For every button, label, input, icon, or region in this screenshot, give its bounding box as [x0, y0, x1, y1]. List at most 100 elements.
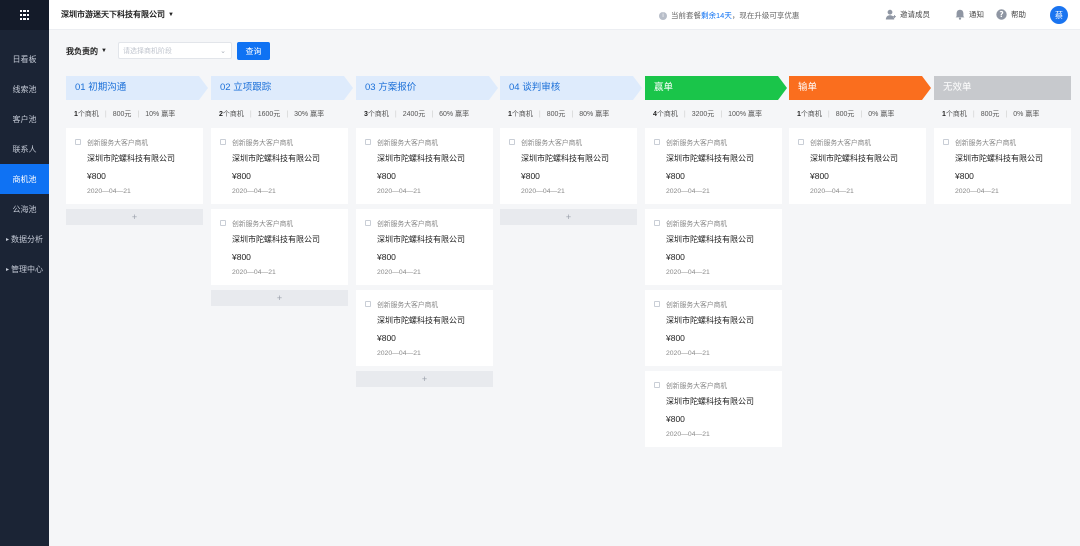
- stage-label: 输单: [798, 82, 818, 93]
- owner-filter-dropdown[interactable]: 我负责的 ▼: [66, 46, 107, 57]
- card-tag-row: 创新服务大客户商机: [220, 137, 348, 147]
- card-amount: ¥800: [377, 252, 396, 262]
- stage-label: 无效单: [943, 82, 972, 93]
- card-checkbox[interactable]: [220, 139, 226, 145]
- stage-header[interactable]: 02 立项跟踪: [211, 76, 353, 100]
- stats-divider: |: [720, 110, 723, 118]
- stage-win-rate-unit: 赢率: [595, 111, 610, 118]
- stage-header[interactable]: 04 谈判审核: [500, 76, 642, 100]
- sidebar-item-opportunities[interactable]: 商机池: [0, 164, 49, 194]
- card-checkbox[interactable]: [798, 139, 804, 145]
- notice-highlight: 剩余14天: [701, 11, 732, 20]
- stage-header[interactable]: 03 方案报价: [356, 76, 498, 100]
- add-card-button[interactable]: +: [356, 371, 493, 387]
- add-card-button[interactable]: +: [211, 290, 348, 306]
- sidebar-item-label: 商机池: [12, 174, 37, 184]
- card-date: 2020—04—21: [666, 188, 710, 195]
- opportunity-card[interactable]: 创新服务大客户商机 深圳市陀螺科技有限公司 ¥800 2020—04—21: [211, 128, 348, 204]
- help-button[interactable]: ? 帮助: [996, 9, 1026, 20]
- opportunity-card[interactable]: 创新服务大客户商机 深圳市陀螺科技有限公司 ¥800 2020—04—21: [356, 290, 493, 366]
- card-date: 2020—04—21: [377, 188, 421, 195]
- sidebar-item-customers[interactable]: 客户池: [0, 104, 49, 134]
- card-checkbox[interactable]: [943, 139, 949, 145]
- stage-label: 赢单: [654, 82, 674, 93]
- sidebar-item-dashboard[interactable]: 日看板: [0, 44, 49, 74]
- notification-button[interactable]: 通知: [955, 9, 984, 20]
- add-card-button[interactable]: +: [500, 209, 637, 225]
- stage-count-unit: 个商机: [77, 111, 99, 118]
- opportunity-card[interactable]: 创新服务大客户商机 深圳市陀螺科技有限公司 ¥800 2020—04—21: [789, 128, 926, 204]
- opportunity-card[interactable]: 创新服务大客户商机 深圳市陀螺科技有限公司 ¥800 2020—04—21: [356, 209, 493, 285]
- stage-stats: 4 个商机 | 3200元 | 100% 赢率: [645, 100, 782, 128]
- opportunity-card[interactable]: 创新服务大客户商机 深圳市陀螺科技有限公司 ¥800 2020—04—21: [356, 128, 493, 204]
- stage-header[interactable]: 01 初期沟通: [66, 76, 208, 100]
- owner-filter-label: 我负责的: [66, 46, 98, 56]
- invite-member-button[interactable]: 邀请成员: [885, 9, 930, 20]
- company-switcher[interactable]: 深圳市游迷天下科技有限公司 ▼: [61, 9, 174, 20]
- card-checkbox[interactable]: [75, 139, 81, 145]
- stage-stats: 1 个商机 | 800元 | 0% 赢率: [789, 100, 926, 128]
- stats-divider: |: [286, 110, 289, 118]
- opportunity-card[interactable]: 创新服务大客户商机 深圳市陀螺科技有限公司 ¥800 2020—04—21: [211, 209, 348, 285]
- opportunity-card[interactable]: 创新服务大客户商机 深圳市陀螺科技有限公司 ¥800 2020—04—21: [645, 371, 782, 447]
- opportunity-card[interactable]: 创新服务大客户商机 深圳市陀螺科技有限公司 ¥800 2020—04—21: [934, 128, 1071, 204]
- card-checkbox[interactable]: [365, 220, 371, 226]
- stage-select[interactable]: 请选择商机阶段 ⌄: [118, 42, 232, 59]
- card-tag-row: 创新服务大客户商机: [943, 137, 1071, 147]
- card-checkbox[interactable]: [654, 301, 660, 307]
- card-tag-row: 创新服务大客户商机: [654, 218, 782, 228]
- card-tag-row: 创新服务大客户商机: [654, 380, 782, 390]
- opportunity-card[interactable]: 创新服务大客户商机 深圳市陀螺科技有限公司 ¥800 2020—04—21: [500, 128, 637, 204]
- sidebar-item-public-pool[interactable]: 公海池: [0, 194, 49, 224]
- stage-header[interactable]: 赢单: [645, 76, 787, 100]
- card-amount: ¥800: [810, 171, 829, 181]
- notify-label: 通知: [969, 10, 984, 19]
- user-avatar[interactable]: 蔡: [1050, 6, 1068, 24]
- sidebar-item-leads[interactable]: 线索池: [0, 74, 49, 104]
- stage-header[interactable]: 无效单: [934, 76, 1071, 100]
- app-menu-button[interactable]: [0, 0, 49, 30]
- kanban-column: 输单 1 个商机 | 800元 | 0% 赢率 创新服务大客户商机 深圳市陀螺科技有限公司 ¥80…: [789, 76, 931, 209]
- help-label: 帮助: [1011, 10, 1026, 19]
- card-checkbox[interactable]: [220, 220, 226, 226]
- sidebar-item-contacts[interactable]: 联系人: [0, 134, 49, 164]
- sidebar: 日看板 线索池 客户池 联系人 商机池 公海池 ▸ 数据分析 ▸ 管理中心: [0, 0, 49, 546]
- stage-amount: 800元: [835, 111, 855, 118]
- caret-down-icon: ▼: [168, 11, 174, 18]
- card-date: 2020—04—21: [377, 350, 421, 357]
- opportunity-card[interactable]: 创新服务大客户商机 深圳市陀螺科技有限公司 ¥800 2020—04—21: [645, 290, 782, 366]
- opportunity-card[interactable]: 创新服务大客户商机 深圳市陀螺科技有限公司 ¥800 2020—04—21: [645, 128, 782, 204]
- query-button[interactable]: 查询: [237, 42, 270, 60]
- card-company: 深圳市陀螺科技有限公司: [232, 154, 320, 163]
- stats-divider: |: [137, 110, 140, 118]
- card-checkbox[interactable]: [509, 139, 515, 145]
- sidebar-item-admin[interactable]: ▸ 管理中心: [0, 254, 49, 284]
- plan-notice[interactable]: i 当前套餐 剩余14天 ，现在升级可享优惠: [659, 10, 799, 21]
- add-card-button[interactable]: +: [66, 209, 203, 225]
- sidebar-item-analytics[interactable]: ▸ 数据分析: [0, 224, 49, 254]
- stage-amount: 1600元: [257, 111, 281, 118]
- stage-count-unit: 个商机: [656, 111, 678, 118]
- opportunity-card[interactable]: 创新服务大客户商机 深圳市陀螺科技有限公司 ¥800 2020—04—21: [66, 128, 203, 204]
- card-date: 2020—04—21: [955, 188, 999, 195]
- card-tag: 创新服务大客户商机: [87, 140, 149, 147]
- card-checkbox[interactable]: [654, 139, 660, 145]
- card-date: 2020—04—21: [232, 188, 276, 195]
- sidebar-item-label: 管理中心: [11, 264, 43, 274]
- stage-header[interactable]: 输单: [789, 76, 931, 100]
- card-checkbox[interactable]: [365, 301, 371, 307]
- sidebar-item-label: 公海池: [12, 204, 37, 214]
- card-tag: 创新服务大客户商机: [377, 302, 439, 309]
- card-checkbox[interactable]: [654, 382, 660, 388]
- card-tag-row: 创新服务大客户商机: [365, 218, 493, 228]
- svg-text:?: ?: [999, 10, 1003, 19]
- opportunity-card[interactable]: 创新服务大客户商机 深圳市陀螺科技有限公司 ¥800 2020—04—21: [645, 209, 782, 285]
- card-tag: 创新服务大客户商机: [666, 383, 728, 390]
- stage-count-unit: 个商机: [367, 111, 389, 118]
- card-checkbox[interactable]: [654, 220, 660, 226]
- card-tag: 创新服务大客户商机: [521, 140, 583, 147]
- card-checkbox[interactable]: [365, 139, 371, 145]
- stage-win-rate: 80%: [579, 110, 594, 118]
- card-company: 深圳市陀螺科技有限公司: [232, 235, 320, 244]
- card-amount: ¥800: [377, 333, 396, 343]
